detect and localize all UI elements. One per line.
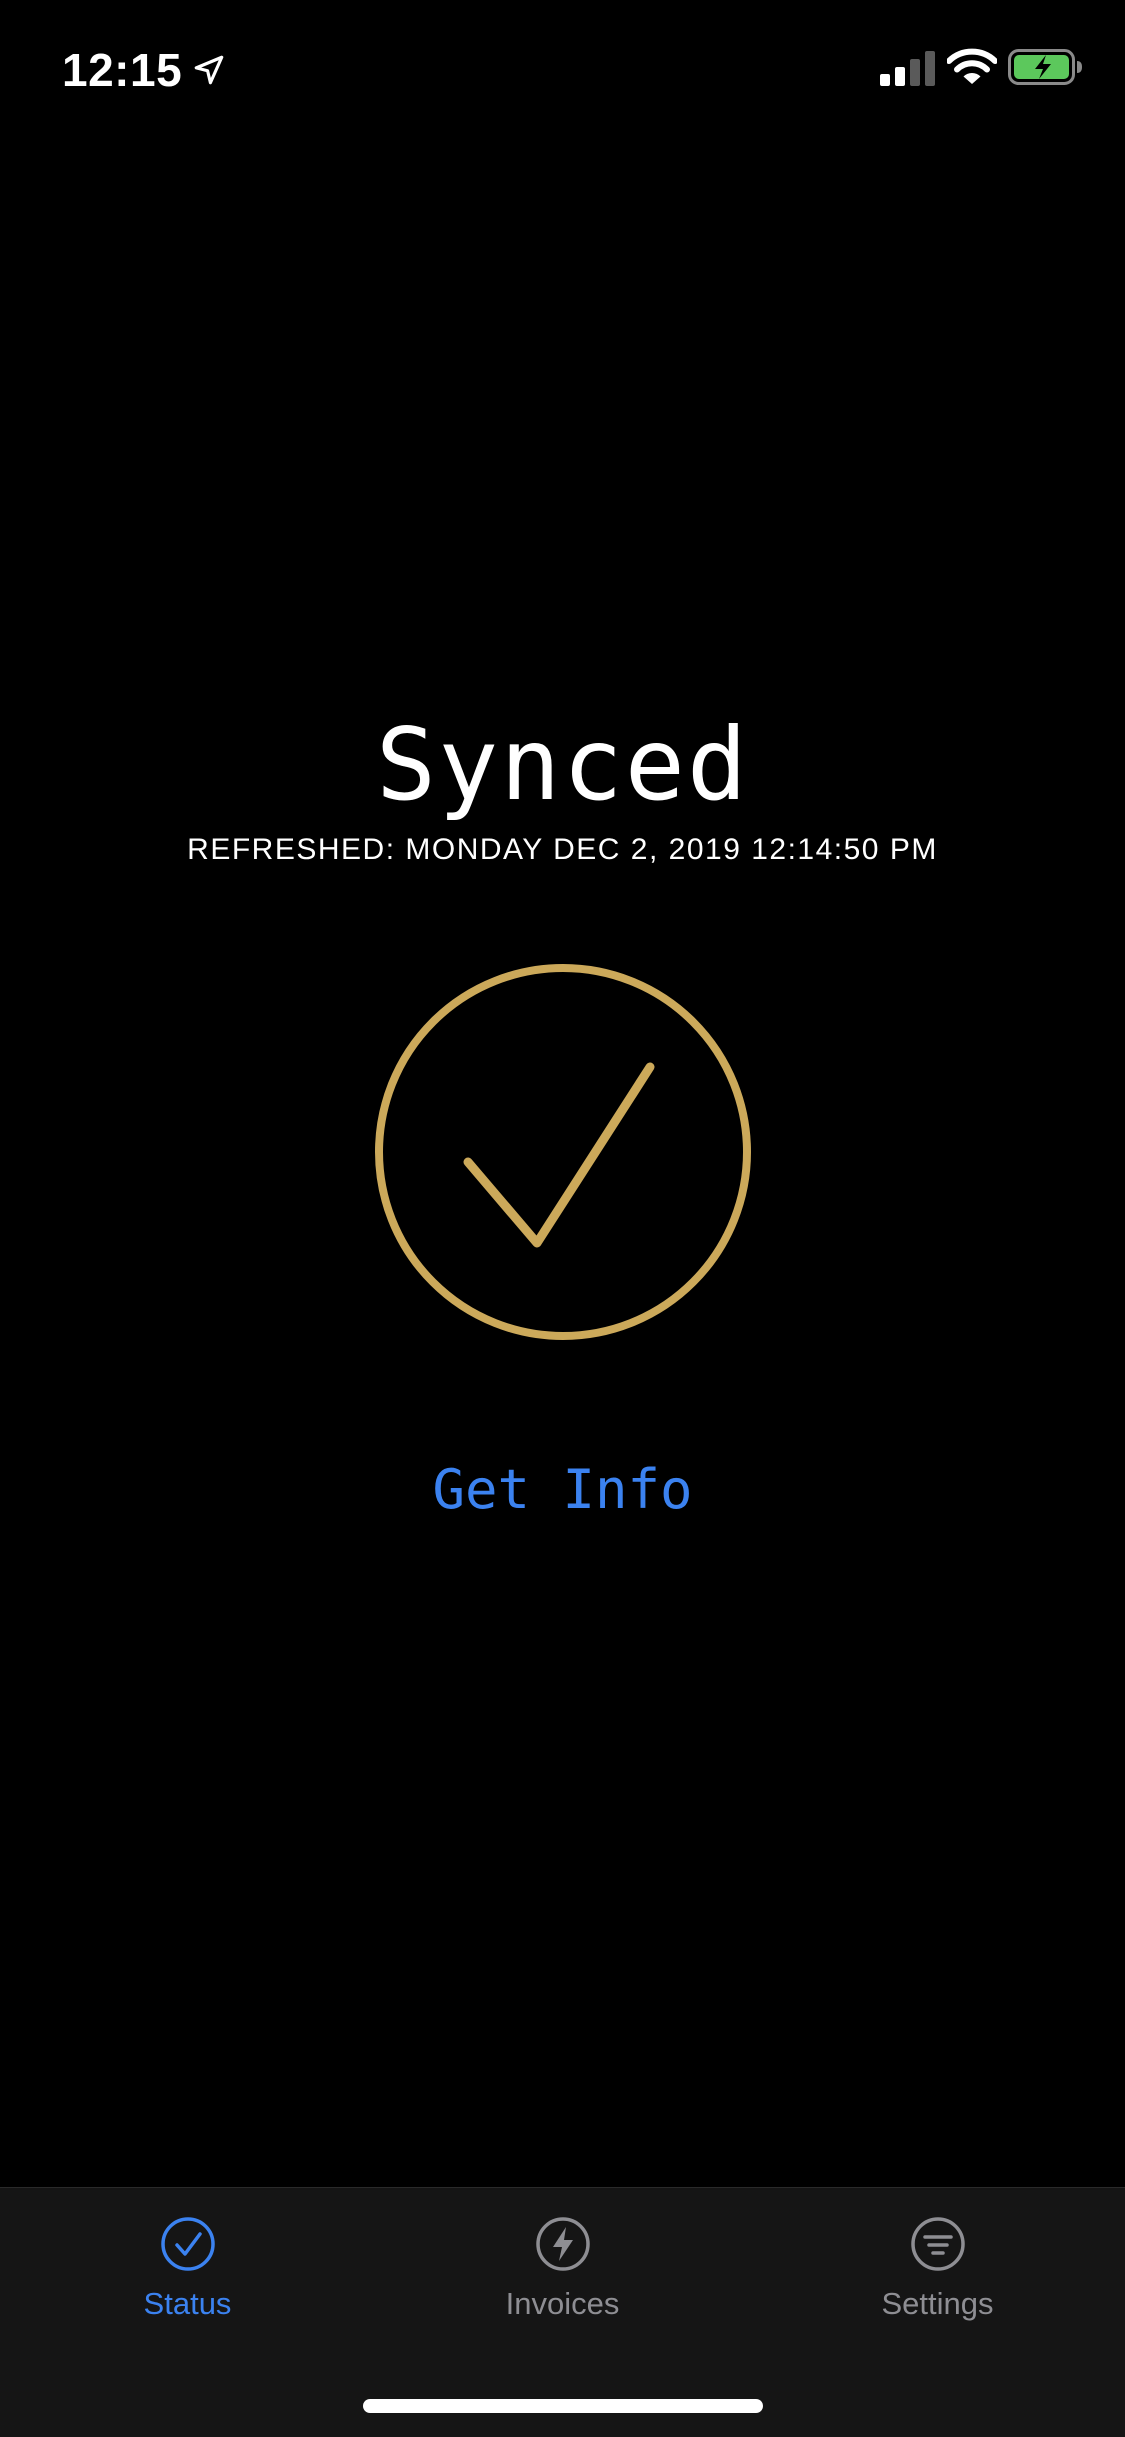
cellular-signal-icon [880, 51, 935, 86]
sync-status-title: Synced [375, 706, 750, 823]
tab-invoices[interactable]: Invoices [375, 2188, 750, 2358]
status-time: 12:15 [62, 44, 183, 96]
home-indicator[interactable] [363, 2399, 763, 2413]
battery-charging-icon [1008, 49, 1082, 85]
lightning-circle-icon [535, 2217, 590, 2271]
check-circle-icon [160, 2217, 215, 2271]
tab-invoices-label: Invoices [505, 2286, 620, 2321]
location-arrow-icon [194, 55, 224, 85]
tab-settings[interactable]: Settings [750, 2188, 1125, 2358]
tab-settings-label: Settings [881, 2286, 994, 2321]
tab-status-label: Status [143, 2286, 232, 2321]
filter-circle-icon [910, 2217, 965, 2271]
tab-status[interactable]: Status [0, 2188, 375, 2358]
get-info-button[interactable]: Get Info [0, 1455, 1125, 1525]
status-time-group: 12:15 [62, 40, 226, 100]
checkmark-circle-icon [375, 964, 751, 1340]
status-bar: 12:15 [0, 0, 1125, 132]
wifi-icon [947, 48, 997, 84]
tab-bar: Status Invoices Settings [0, 2187, 1125, 2437]
refreshed-timestamp: REFRESHED: MONDAY DEC 2, 2019 12:14:50 P… [187, 833, 938, 866]
